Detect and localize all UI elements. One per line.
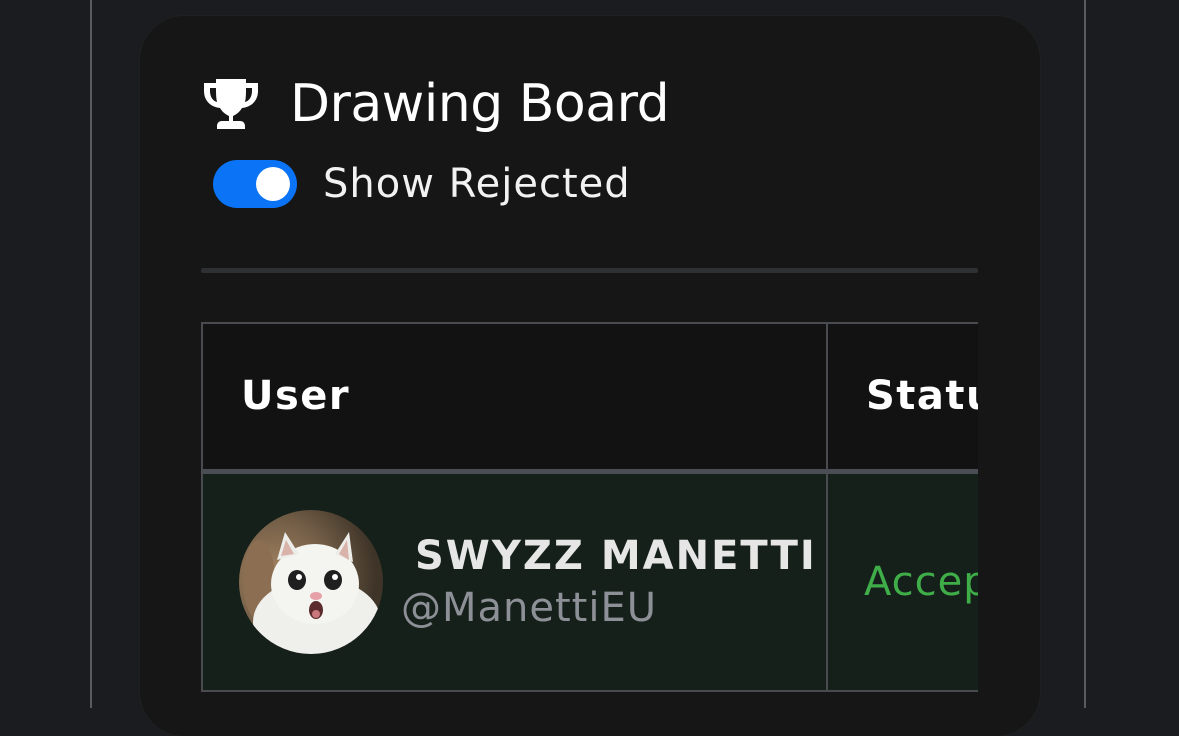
status-cell: Accepted — [826, 470, 978, 692]
table-row[interactable]: SWYZZ MANETTI @ManettiEU Accepted — [201, 470, 978, 692]
column-header-user: User — [201, 322, 828, 474]
drawing-board-card: Drawing Board Show Rejected User Status — [140, 16, 1040, 736]
show-rejected-toggle[interactable] — [213, 160, 297, 208]
divider — [201, 268, 978, 273]
user-info: SWYZZ MANETTI @ManettiEU — [401, 530, 817, 634]
trophy-icon — [204, 79, 258, 129]
submissions-table-viewport[interactable]: User Status — [201, 322, 978, 736]
status-badge: Accepted — [864, 558, 978, 605]
cat-avatar-image — [239, 509, 383, 654]
avatar[interactable] — [239, 509, 383, 654]
column-header-status: Status — [826, 322, 978, 474]
card-title: Drawing Board — [290, 74, 670, 134]
table-header-row: User Status — [201, 322, 978, 474]
user-display-name: SWYZZ MANETTI — [415, 532, 817, 579]
user-cell: SWYZZ MANETTI @ManettiEU — [201, 470, 828, 692]
submissions-table: User Status — [201, 322, 978, 692]
show-rejected-label: Show Rejected — [323, 161, 631, 207]
toggle-knob — [256, 167, 290, 201]
show-rejected-row: Show Rejected — [213, 158, 631, 210]
card-header: Drawing Board — [202, 72, 670, 136]
user-handle[interactable]: @ManettiEU — [401, 582, 817, 634]
